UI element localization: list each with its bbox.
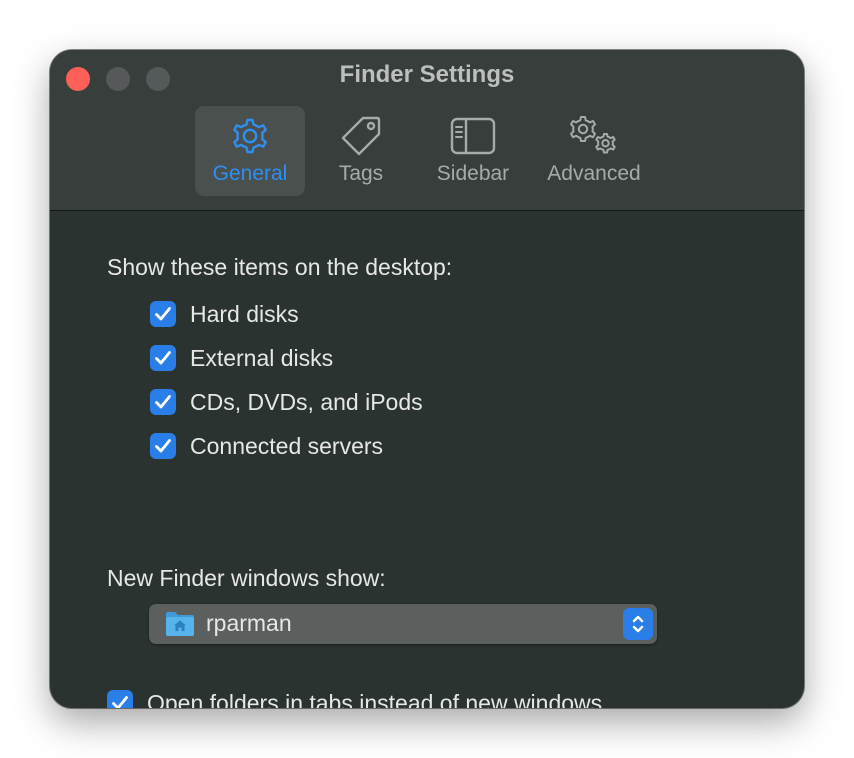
checkmark-icon [155, 395, 171, 409]
gear-icon [195, 114, 305, 158]
checkmark-icon [155, 307, 171, 321]
new-windows-popup[interactable]: rparman [149, 604, 657, 644]
tab-tags[interactable]: Tags [316, 106, 406, 196]
popup-chevrons-icon[interactable] [623, 608, 653, 640]
toolbar: Finder Settings General Tags Sidebar Adv… [50, 50, 804, 211]
open-in-tabs-label: Open folders in tabs instead of new wind… [147, 689, 603, 709]
tag-icon [316, 114, 406, 158]
cds-dvds-ipods-label: CDs, DVDs, and iPods [190, 388, 423, 415]
home-folder-icon [165, 610, 195, 637]
tab-advanced-label: Advanced [547, 162, 641, 185]
checkmark-icon [155, 439, 171, 453]
window-title: Finder Settings [339, 61, 515, 88]
desktop-items-heading: Show these items on the desktop: [107, 254, 453, 280]
gears-icon [537, 114, 651, 158]
checkmark-icon [112, 696, 128, 708]
cds-dvds-ipods-option[interactable]: CDs, DVDs, and iPods [150, 388, 423, 416]
external-disks-option[interactable]: External disks [150, 344, 333, 372]
sidebar-icon [422, 114, 524, 158]
tab-general-label: General [212, 162, 288, 185]
tab-tags-label: Tags [338, 162, 384, 185]
cds-dvds-ipods-checkbox[interactable] [150, 389, 176, 415]
open-in-tabs-checkbox[interactable] [107, 690, 133, 708]
hard-disks-label: Hard disks [190, 300, 299, 327]
connected-servers-label: Connected servers [190, 432, 384, 459]
new-windows-heading: New Finder windows show: [107, 565, 386, 591]
tab-sidebar[interactable]: Sidebar [422, 106, 524, 196]
hard-disks-option[interactable]: Hard disks [150, 300, 299, 328]
external-disks-checkbox[interactable] [150, 345, 176, 371]
connected-servers-option[interactable]: Connected servers [150, 432, 383, 460]
general-pane: Show these items on the desktop: Hard di… [50, 211, 804, 708]
finder-settings-window: Finder Settings General Tags Sidebar Adv… [50, 50, 804, 708]
checkmark-icon [155, 351, 171, 365]
external-disks-label: External disks [190, 344, 334, 371]
new-windows-popup-value: rparman [206, 610, 292, 636]
hard-disks-checkbox[interactable] [150, 301, 176, 327]
tab-general[interactable]: General [195, 106, 305, 196]
tab-advanced[interactable]: Advanced [537, 106, 651, 196]
open-in-tabs-option[interactable]: Open folders in tabs instead of new wind… [107, 689, 602, 708]
connected-servers-checkbox[interactable] [150, 433, 176, 459]
tab-sidebar-label: Sidebar [436, 162, 510, 185]
